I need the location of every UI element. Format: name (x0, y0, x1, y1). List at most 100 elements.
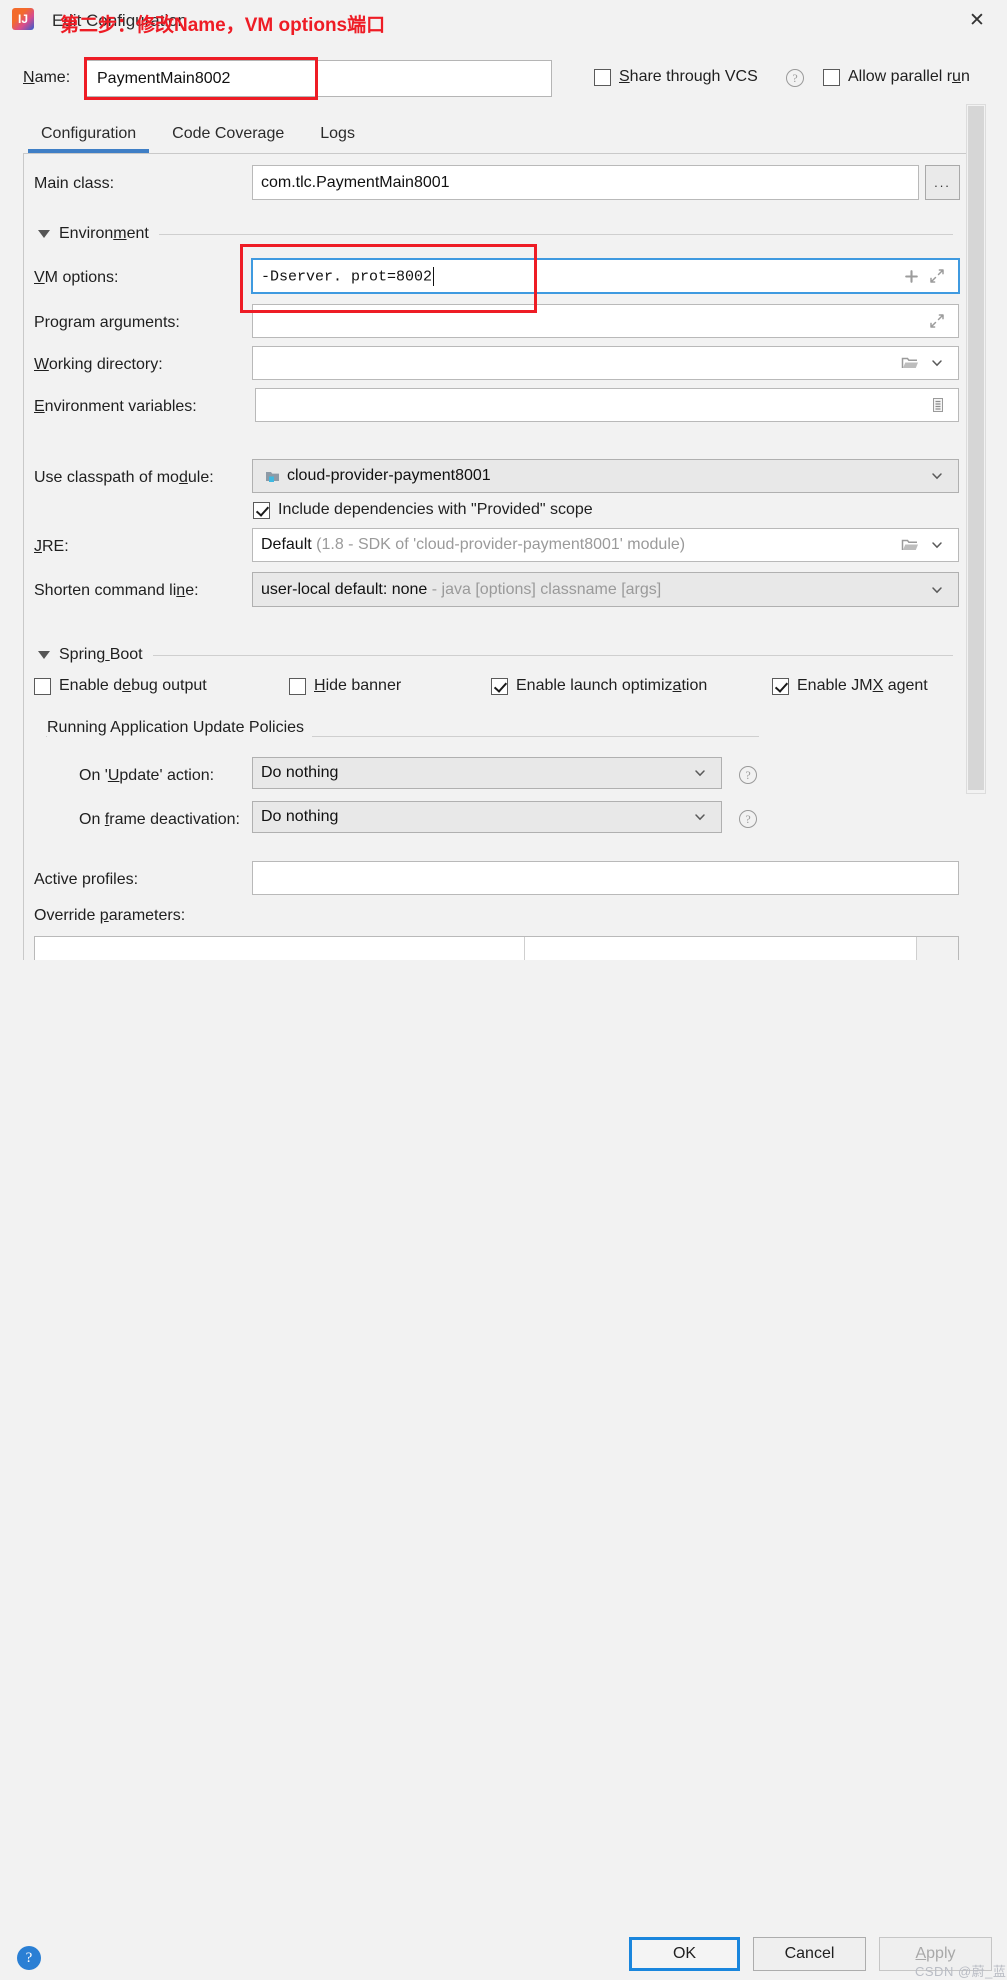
help-icon[interactable]: ? (17, 1946, 41, 1970)
dialog-footer: ? OK Cancel Apply CSDN @蔚_蓝 (0, 961, 1007, 1979)
vm-options-input[interactable]: -Dserver. prot=8002 (251, 258, 960, 294)
ellipsis-icon: ... (934, 175, 951, 190)
expand-icon[interactable] (924, 313, 950, 329)
tab-configuration[interactable]: Configuration (23, 115, 154, 153)
on-frame-deactivation-help-icon[interactable]: ? (739, 810, 757, 828)
shorten-command-line-value: user-local default: none - java [options… (261, 580, 662, 598)
shorten-command-line-label: Shorten command line: (34, 582, 199, 599)
enable-launch-optimization-label: Enable launch optimization (516, 677, 708, 694)
edit-configuration-dialog: IJ Edit Configuration 第二步：修改Name，VM opti… (0, 0, 1007, 1979)
name-input[interactable]: PaymentMain8002 (86, 60, 552, 97)
chevron-down-icon[interactable] (924, 469, 950, 483)
add-parameter-button[interactable] (916, 937, 958, 960)
enable-debug-output-checkbox[interactable]: Enable debug output (34, 677, 207, 695)
main-class-label: Main class: (34, 175, 115, 192)
main-class-input[interactable]: com.tlc.PaymentMain8001 (252, 165, 919, 200)
vertical-scrollbar-thumb[interactable] (968, 106, 984, 790)
tab-logs[interactable]: Logs (302, 115, 373, 153)
environment-section-header[interactable]: Environment (38, 225, 953, 243)
tab-label: Logs (320, 125, 355, 142)
include-provided-scope-checkbox[interactable]: Include dependencies with "Provided" sco… (253, 501, 593, 519)
chevron-down-icon[interactable] (924, 583, 950, 597)
on-frame-deactivation-dropdown[interactable]: Do nothing (252, 801, 722, 833)
chevron-down-icon (38, 651, 50, 659)
hide-banner-checkbox[interactable]: Hide banner (289, 677, 401, 695)
environment-variables-label: Environment variables: (34, 398, 197, 415)
active-profiles-input[interactable] (252, 861, 959, 895)
environment-section-label: Environment (59, 225, 149, 242)
tab-code-coverage[interactable]: Code Coverage (154, 115, 302, 153)
jre-value: Default (1.8 - SDK of 'cloud-provider-pa… (261, 536, 686, 553)
checkbox-box (34, 677, 51, 695)
checkbox-box (772, 677, 789, 695)
configuration-scroll-panel: Main class: com.tlc.PaymentMain8001 ... … (23, 153, 966, 960)
vm-options-label: VM options: (34, 269, 119, 286)
active-profiles-label: Active profiles: (34, 871, 139, 888)
override-parameters-table[interactable]: Name Value (34, 936, 959, 960)
checkbox-box (253, 501, 270, 519)
main-class-value: com.tlc.PaymentMain8001 (261, 173, 450, 191)
name-input-value: PaymentMain8002 (97, 69, 231, 87)
update-policies-group-title: Running Application Update Policies (47, 719, 313, 737)
working-directory-label: Working directory: (34, 356, 163, 373)
title-bar: IJ Edit Configuration 第二步：修改Name，VM opti… (0, 0, 1007, 44)
on-update-action-value: Do nothing (261, 764, 339, 781)
use-classpath-dropdown[interactable]: cloud-provider-payment8001 (252, 459, 959, 493)
folder-icon[interactable] (896, 537, 924, 553)
on-update-action-dropdown[interactable]: Do nothing (252, 757, 722, 789)
plus-icon[interactable] (898, 269, 924, 284)
environment-variables-input[interactable] (255, 388, 959, 422)
chevron-down-icon[interactable] (687, 766, 713, 780)
shorten-command-line-dropdown[interactable]: user-local default: none - java [options… (252, 572, 959, 607)
enable-debug-output-label: Enable debug output (59, 677, 207, 694)
tab-bar: Configuration Code Coverage Logs (23, 115, 373, 153)
program-arguments-input[interactable] (252, 304, 959, 338)
on-update-action-help-icon[interactable]: ? (739, 766, 757, 784)
enable-jmx-agent-label: Enable JMX agent (797, 677, 928, 694)
table-column-value: Value (525, 937, 916, 960)
intellij-idea-icon: IJ (12, 8, 34, 30)
jre-label: JRE: (34, 538, 69, 555)
module-icon (261, 469, 285, 484)
checkbox-box (289, 677, 306, 695)
share-vcs-help-icon[interactable]: ? (786, 69, 804, 87)
close-icon[interactable]: ✕ (957, 4, 997, 36)
program-arguments-label: Program arguments: (34, 314, 180, 331)
chevron-down-icon[interactable] (687, 810, 713, 824)
working-directory-input[interactable] (252, 346, 959, 380)
tab-label: Code Coverage (172, 125, 285, 142)
name-label: Name: (23, 69, 71, 86)
annotation-title-text: 第二步：修改Name，VM options端口 (60, 15, 386, 36)
enable-launch-optimization-checkbox[interactable]: Enable launch optimization (491, 677, 707, 695)
expand-icon[interactable] (924, 268, 950, 284)
main-class-browse-button[interactable]: ... (925, 165, 960, 200)
jre-input[interactable]: Default (1.8 - SDK of 'cloud-provider-pa… (252, 528, 959, 562)
chevron-down-icon[interactable] (924, 538, 950, 552)
vm-options-value: -Dserver. prot=8002 (261, 266, 435, 286)
watermark: CSDN @蔚_蓝 (915, 1964, 1007, 1979)
enable-jmx-agent-checkbox[interactable]: Enable JMX agent (772, 677, 928, 695)
section-divider (152, 654, 953, 656)
include-provided-scope-label: Include dependencies with "Provided" sco… (278, 501, 593, 518)
chevron-down-icon[interactable] (924, 356, 950, 370)
table-header-row: Name Value (35, 937, 958, 960)
cancel-button-label: Cancel (784, 1945, 835, 1962)
table-column-name: Name (35, 937, 525, 960)
allow-parallel-run-checkbox[interactable]: Allow parallel run (823, 68, 970, 86)
folder-icon[interactable] (896, 355, 924, 371)
hide-banner-label: Hide banner (314, 677, 402, 694)
spring-boot-section-header[interactable]: Spring Boot (38, 646, 953, 664)
ok-button[interactable]: OK (629, 1937, 740, 1971)
cancel-button[interactable]: Cancel (753, 1937, 866, 1971)
section-divider (158, 233, 953, 235)
tab-label: Configuration (41, 125, 137, 142)
list-icon[interactable] (926, 397, 950, 413)
share-through-vcs-checkbox[interactable]: Share through VCS (594, 68, 758, 86)
share-through-vcs-label: Share through VCS (619, 68, 758, 85)
spring-boot-section-label: Spring Boot (59, 646, 143, 663)
on-update-action-label: On 'Update' action: (79, 767, 215, 784)
use-classpath-value: cloud-provider-payment8001 (287, 467, 491, 484)
checkbox-box (491, 677, 508, 695)
use-classpath-label: Use classpath of module: (34, 469, 214, 486)
override-parameters-label: Override parameters: (34, 907, 186, 924)
